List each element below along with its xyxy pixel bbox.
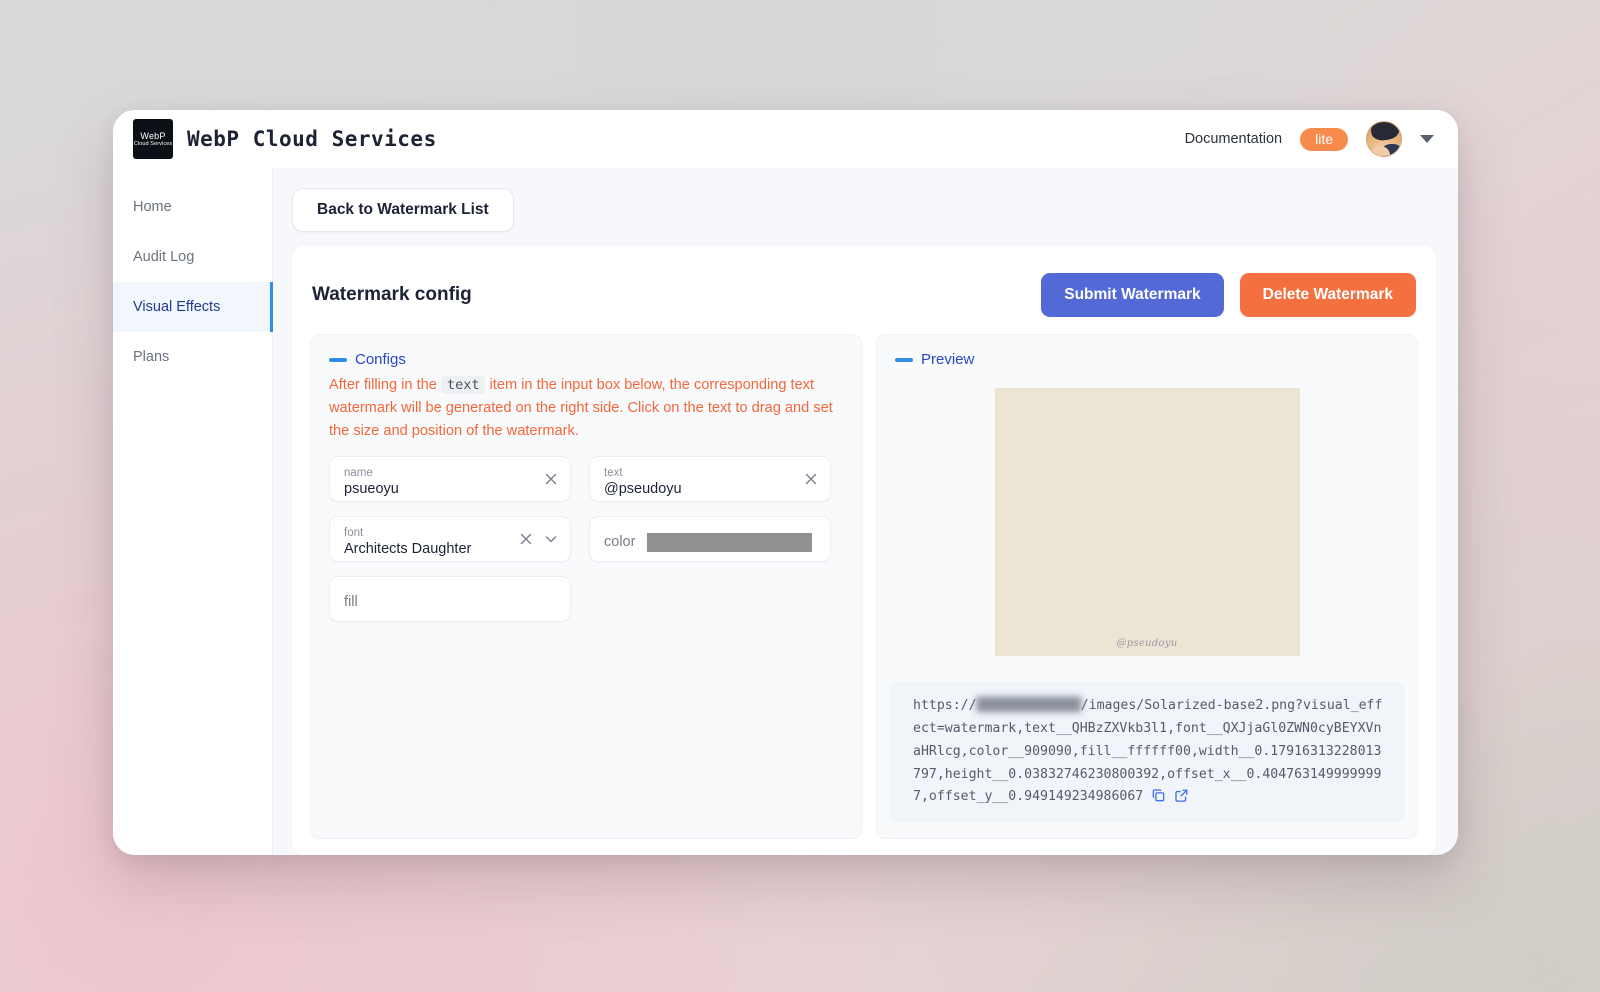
submit-watermark-button[interactable]: Submit Watermark <box>1041 273 1224 317</box>
text-field[interactable]: text @pseudoyu <box>589 456 831 503</box>
url-actions <box>1151 788 1189 803</box>
preview-label-text: Preview <box>921 351 975 368</box>
name-field[interactable]: name psueoyu <box>329 456 571 503</box>
configs-label-text: Configs <box>355 351 406 368</box>
fill-field[interactable]: fill <box>329 576 571 623</box>
hint-text-part-1: After filling in the <box>329 377 437 393</box>
app-header: WebP Cloud Services WebP Cloud Services … <box>113 110 1458 168</box>
sidebar-item-label: Home <box>133 199 172 215</box>
copy-icon[interactable] <box>1151 788 1166 803</box>
sidebar-item-label: Audit Log <box>133 249 195 265</box>
delete-watermark-button[interactable]: Delete Watermark <box>1239 273 1416 317</box>
sidebar-item-home[interactable]: Home <box>113 182 273 232</box>
name-field-value: psueoyu <box>344 481 399 498</box>
sidebar-item-label: Plans <box>133 349 170 365</box>
sidebar-item-plans[interactable]: Plans <box>113 332 273 382</box>
url-prefix: https:// <box>913 698 977 714</box>
preview-panel: Preview @pseudoyu https://██████████████… <box>876 334 1418 839</box>
watermark-preview-image[interactable]: @pseudoyu <box>994 388 1300 657</box>
plan-badge[interactable]: lite <box>1300 127 1348 151</box>
color-field-label: color <box>604 534 636 551</box>
logo-line-2: Cloud Services <box>133 141 173 148</box>
header-actions: Documentation lite <box>1185 121 1434 157</box>
fill-field-label: fill <box>344 594 358 611</box>
external-link-icon[interactable] <box>1174 788 1189 803</box>
color-field[interactable]: color <box>589 516 831 563</box>
dash-icon <box>895 357 913 362</box>
text-field-label: text <box>604 466 623 479</box>
chevron-down-icon[interactable] <box>1420 135 1434 143</box>
main-content: Back to Watermark List Watermark config … <box>273 168 1458 855</box>
chevron-down-icon[interactable] <box>543 531 559 547</box>
name-field-icons <box>543 471 559 487</box>
clear-icon[interactable] <box>543 471 559 487</box>
configs-panel: Configs After filling in the text item i… <box>310 334 862 839</box>
back-to-watermark-list-button[interactable]: Back to Watermark List <box>292 188 514 232</box>
clear-icon[interactable] <box>803 471 819 487</box>
avatar[interactable] <box>1366 121 1402 157</box>
brand[interactable]: WebP Cloud Services WebP Cloud Services <box>133 119 437 159</box>
app-title: WebP Cloud Services <box>187 127 437 151</box>
watermark-config-card: Watermark config Submit Watermark Delete… <box>292 246 1436 855</box>
webp-cloud-logo-icon: WebP Cloud Services <box>133 119 173 159</box>
configs-hint: After filling in the text item in the in… <box>329 374 843 442</box>
documentation-link[interactable]: Documentation <box>1185 131 1283 147</box>
url-rest: /images/Solarized-base2.png?visual_effec… <box>913 698 1383 805</box>
text-field-icons <box>803 471 819 487</box>
app-body: Home Audit Log Visual Effects Plans Back… <box>113 168 1458 855</box>
sidebar-item-visual-effects[interactable]: Visual Effects <box>113 282 273 332</box>
logo-line-1: WebP <box>140 130 166 141</box>
sidebar-item-label: Visual Effects <box>133 299 221 315</box>
generated-url-box[interactable]: https://██████████████/images/Solarized-… <box>889 682 1405 822</box>
hint-code-chip: text <box>440 376 486 394</box>
dash-icon <box>329 357 347 362</box>
text-field-value: @pseudoyu <box>604 481 682 498</box>
preview-section-label: Preview <box>895 351 974 368</box>
page-title: Watermark config <box>312 284 472 305</box>
app-window: WebP Cloud Services WebP Cloud Services … <box>113 110 1458 855</box>
font-field[interactable]: font Architects Daughter <box>329 516 571 563</box>
name-field-label: name <box>344 466 373 479</box>
configs-section-label: Configs <box>329 351 843 368</box>
preview-watermark-text[interactable]: @pseudoyu <box>1116 638 1177 649</box>
clear-icon[interactable] <box>518 531 534 547</box>
card-header: Watermark config Submit Watermark Delete… <box>310 264 1418 320</box>
card-actions: Submit Watermark Delete Watermark <box>1041 273 1416 317</box>
font-field-icons <box>518 531 559 547</box>
configs-field-grid: name psueoyu text @pseudoyu font Archite… <box>329 456 843 623</box>
panels: Configs After filling in the text item i… <box>310 320 1418 855</box>
url-domain-redacted: ██████████████ <box>976 698 1082 714</box>
sidebar-item-audit-log[interactable]: Audit Log <box>113 232 273 282</box>
color-swatch[interactable] <box>647 532 812 552</box>
sidebar: Home Audit Log Visual Effects Plans <box>113 168 273 855</box>
